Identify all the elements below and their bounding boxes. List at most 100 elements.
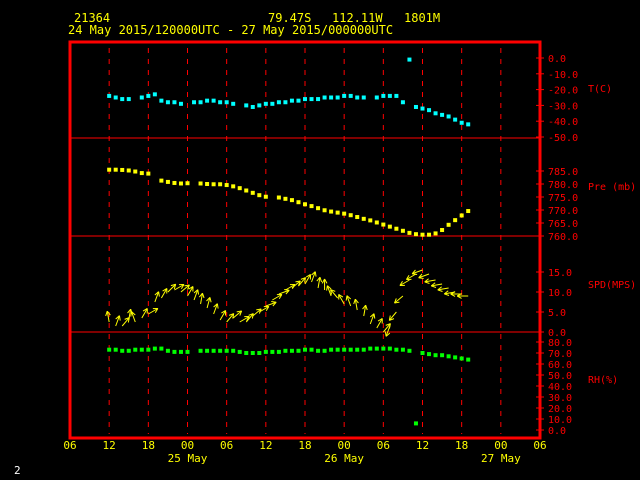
data-point: [289, 348, 294, 353]
data-point: [309, 204, 314, 209]
data-point: [342, 347, 347, 352]
series-label: SPD(MPS): [588, 280, 636, 291]
data-point: [296, 200, 301, 205]
data-point: [446, 354, 451, 359]
data-point: [152, 92, 157, 97]
data-point: [394, 226, 399, 231]
data-point: [139, 95, 144, 100]
y-tick-label: 40.0: [548, 382, 572, 393]
data-point: [355, 215, 360, 220]
data-point: [407, 230, 412, 235]
wind-arrow-head: [444, 293, 450, 296]
data-point: [211, 348, 216, 353]
y-tick-label: 60.0: [548, 360, 572, 371]
data-point: [329, 209, 334, 214]
data-point: [107, 167, 112, 172]
data-point: [198, 100, 203, 105]
x-tick-label: 00: [494, 439, 507, 452]
data-point: [361, 216, 366, 221]
data-point: [107, 93, 112, 98]
data-point: [257, 103, 262, 108]
data-point: [459, 213, 464, 218]
data-point: [146, 347, 151, 352]
wind-arrow-head: [437, 289, 443, 292]
data-point: [368, 346, 373, 351]
data-point: [224, 183, 229, 188]
data-point: [394, 93, 399, 98]
data-point: [244, 351, 249, 355]
data-point: [381, 346, 386, 351]
data-point: [433, 111, 438, 116]
data-point: [342, 93, 347, 98]
data-point: [165, 100, 170, 105]
data-point: [387, 346, 392, 351]
data-point: [466, 357, 471, 362]
wind-arrow-head: [345, 295, 348, 301]
data-point: [126, 348, 131, 353]
data-point: [433, 353, 438, 358]
data-point: [355, 95, 360, 100]
data-point: [159, 346, 164, 351]
data-point: [263, 101, 268, 106]
data-point: [296, 348, 301, 353]
data-point: [146, 93, 151, 98]
x-tick-label: 12: [103, 439, 116, 452]
data-point: [139, 347, 144, 352]
x-day-label: 25 May: [168, 452, 208, 465]
data-point: [159, 98, 164, 103]
wind-arrow-head: [130, 311, 133, 317]
data-point: [440, 228, 445, 233]
data-point: [218, 348, 223, 353]
data-point: [309, 347, 314, 352]
data-point: [466, 122, 471, 127]
data-point: [198, 181, 203, 186]
data-point: [303, 97, 307, 102]
x-tick-label: 12: [416, 439, 429, 452]
data-point: [120, 348, 125, 353]
wind-arrow-head: [197, 289, 200, 295]
y-tick-label: 760.0: [548, 232, 578, 243]
data-point: [159, 178, 164, 183]
wind-arrow-head: [271, 300, 277, 303]
wind-arrow-head: [418, 277, 424, 280]
data-point: [113, 167, 118, 172]
data-point: [329, 95, 334, 100]
x-tick-label: 18: [142, 439, 155, 452]
data-point: [237, 349, 242, 354]
y-tick-label: 30.0: [548, 393, 572, 404]
data-point: [120, 167, 125, 172]
data-point: [270, 349, 275, 354]
data-point: [374, 346, 379, 351]
data-point: [250, 351, 255, 355]
data-point: [263, 349, 268, 354]
data-point: [185, 349, 190, 354]
data-point: [276, 100, 281, 105]
y-tick-label: 770.0: [548, 206, 578, 217]
data-point: [211, 98, 216, 103]
data-point: [296, 98, 301, 103]
data-point: [231, 184, 236, 189]
wind-arrow-head: [158, 291, 160, 297]
wind-arrow-head: [314, 271, 317, 277]
data-point: [348, 93, 353, 98]
data-point: [446, 114, 451, 119]
data-point: [342, 211, 347, 216]
wind-arrow-head: [118, 315, 121, 321]
data-point: [413, 232, 418, 237]
data-point: [211, 182, 216, 187]
data-point: [400, 228, 405, 233]
x-day-label: 26 May: [324, 452, 364, 465]
series-label: Pre (mb): [588, 182, 636, 193]
data-point: [446, 222, 451, 227]
data-point: [270, 101, 275, 106]
data-point: [466, 209, 471, 214]
y-tick-label: -50.0: [548, 133, 578, 144]
data-point: [322, 208, 327, 213]
data-point: [283, 100, 288, 105]
wind-arrow-head: [201, 293, 205, 299]
data-point: [420, 106, 425, 111]
data-point: [453, 355, 458, 360]
data-point: [303, 347, 307, 352]
data-point: [427, 352, 432, 357]
y-tick-label: 780.0: [548, 180, 578, 191]
